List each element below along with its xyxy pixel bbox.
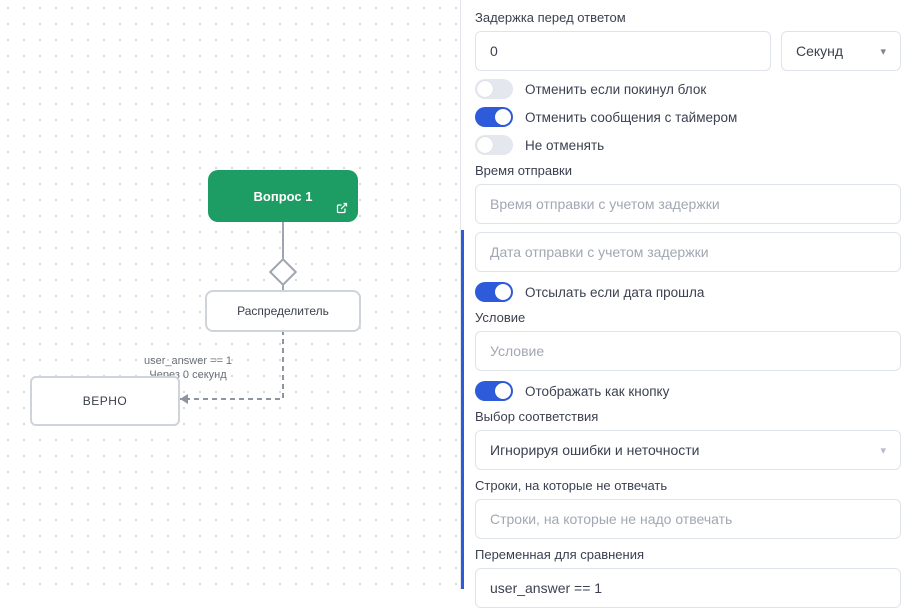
- delay-unit-select[interactable]: Секунд ▾: [781, 31, 901, 71]
- edge-label-expr: user_answer == 1: [144, 355, 232, 369]
- condition-input[interactable]: Условие: [475, 331, 901, 371]
- send-time-placeholder: Время отправки с учетом задержки: [490, 196, 720, 212]
- toggle-cancel-left[interactable]: [475, 79, 513, 99]
- chevron-down-icon: ▾: [880, 45, 886, 58]
- verno-node[interactable]: ВЕРНО: [30, 376, 180, 426]
- toggle-no-cancel[interactable]: [475, 135, 513, 155]
- distributor-node[interactable]: Распределитель: [205, 290, 361, 332]
- toggle-send-past-label: Отсылать если дата прошла: [525, 285, 704, 300]
- toggle-as-button-label: Отображать как кнопку: [525, 384, 669, 399]
- match-select[interactable]: Игнорируя ошибки и неточности ▾: [475, 430, 901, 470]
- toggle-no-cancel-label: Не отменять: [525, 138, 604, 153]
- match-value: Игнорируя ошибки и неточности: [490, 442, 699, 458]
- match-label: Выбор соответствия: [475, 409, 901, 424]
- settings-panel: Задержка перед ответом 0 Секунд ▾ Отмени…: [460, 0, 915, 589]
- delay-input[interactable]: 0: [475, 31, 771, 71]
- var-label: Переменная для сравнения: [475, 547, 901, 562]
- delay-value: 0: [490, 43, 498, 59]
- toggle-cancel-timer-label: Отменить сообщения с таймером: [525, 110, 737, 125]
- toggle-as-button[interactable]: [475, 381, 513, 401]
- delay-unit-value: Секунд: [796, 43, 843, 59]
- flow-canvas[interactable]: Вопрос 1 Распределитель user_answer == 1…: [0, 0, 460, 589]
- var-input[interactable]: user_answer == 1: [475, 568, 901, 608]
- ignore-input[interactable]: Строки, на которые не надо отвечать: [475, 499, 901, 539]
- condition-placeholder: Условие: [490, 343, 544, 359]
- chevron-down-icon: ▾: [880, 444, 886, 457]
- toggle-send-past[interactable]: [475, 282, 513, 302]
- send-time-label: Время отправки: [475, 163, 901, 178]
- question-node-label: Вопрос 1: [254, 189, 313, 204]
- toggle-cancel-timer[interactable]: [475, 107, 513, 127]
- distributor-node-label: Распределитель: [237, 304, 329, 318]
- delay-label: Задержка перед ответом: [475, 10, 901, 25]
- toggle-cancel-left-label: Отменить если покинул блок: [525, 82, 706, 97]
- ignore-placeholder: Строки, на которые не надо отвечать: [490, 511, 732, 527]
- send-date-placeholder: Дата отправки с учетом задержки: [490, 244, 709, 260]
- decision-diamond[interactable]: [269, 258, 297, 286]
- question-node[interactable]: Вопрос 1: [208, 170, 358, 222]
- verno-node-label: ВЕРНО: [83, 394, 128, 408]
- ignore-label: Строки, на которые не отвечать: [475, 478, 901, 493]
- condition-label: Условие: [475, 310, 901, 325]
- external-link-icon[interactable]: [336, 202, 348, 214]
- send-date-input[interactable]: Дата отправки с учетом задержки: [475, 232, 901, 272]
- send-time-input[interactable]: Время отправки с учетом задержки: [475, 184, 901, 224]
- var-value: user_answer == 1: [490, 580, 602, 596]
